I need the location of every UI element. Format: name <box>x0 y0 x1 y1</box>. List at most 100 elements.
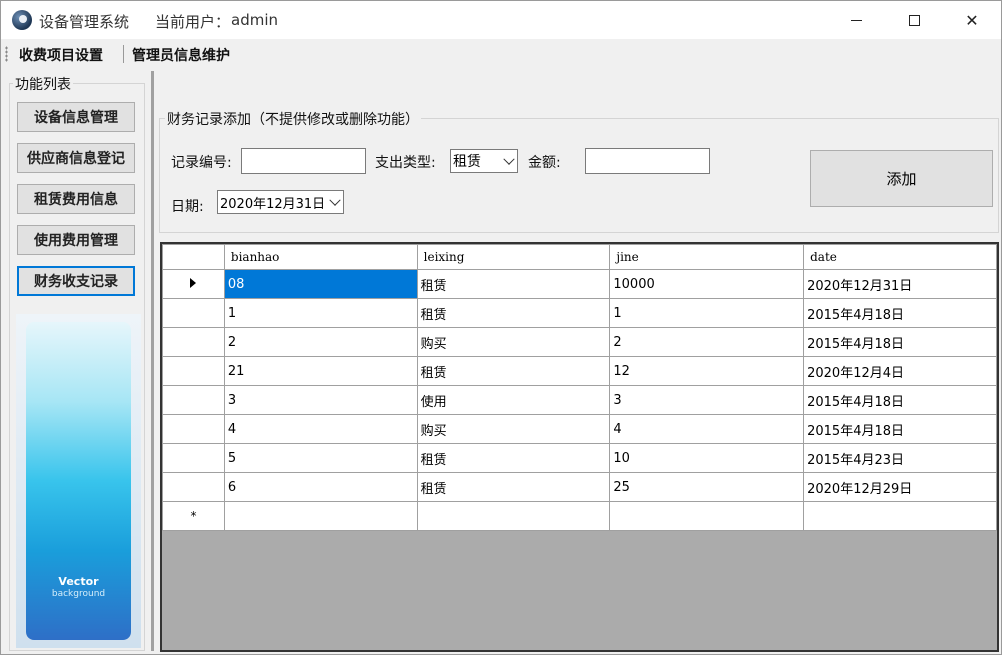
row-header[interactable] <box>162 414 225 444</box>
table-row[interactable]: 4 购买 4 2015年4月18日 <box>162 414 997 444</box>
new-row-marker[interactable]: * <box>162 501 225 531</box>
expense-type-select[interactable]: 租赁 <box>450 149 518 173</box>
cell-bianhao[interactable]: 5 <box>223 443 418 473</box>
nav-device-info-button[interactable]: 设备信息管理 <box>17 102 135 132</box>
banner-subtitle: background <box>51 589 106 599</box>
cell-bianhao[interactable]: 21 <box>223 356 418 386</box>
grid-header-row: bianhao leixing jine date <box>162 244 997 270</box>
new-row-cell[interactable] <box>609 501 805 531</box>
new-row-cell[interactable] <box>803 501 997 531</box>
close-button[interactable]: ✕ <box>943 1 1001 39</box>
cell-bianhao[interactable]: 6 <box>223 472 418 502</box>
record-no-input[interactable] <box>241 148 366 174</box>
row-header[interactable] <box>162 385 225 415</box>
new-row-cell[interactable] <box>223 501 418 531</box>
minimize-button[interactable] <box>827 1 885 39</box>
table-row[interactable]: 6 租赁 25 2020年12月29日 <box>162 472 997 502</box>
grid-table: bianhao leixing jine date 08 租赁 10000 2020年… <box>162 244 997 531</box>
expense-type-label: 支出类型: <box>375 155 436 171</box>
cell-bianhao[interactable]: 2 <box>223 327 418 357</box>
function-list-label: 功能列表 <box>13 74 73 94</box>
cell-leixing[interactable]: 租赁 <box>416 356 611 386</box>
cell-leixing[interactable]: 租赁 <box>416 443 611 473</box>
table-row[interactable]: 3 使用 3 2015年4月18日 <box>162 385 997 415</box>
panel-splitter[interactable] <box>151 71 154 651</box>
nav-rental-fee-button[interactable]: 租赁费用信息 <box>17 184 135 214</box>
row-header[interactable] <box>162 327 225 357</box>
cell-date[interactable]: 2015年4月18日 <box>803 414 997 444</box>
cell-date[interactable]: 2015年4月18日 <box>803 385 997 415</box>
cell-leixing[interactable]: 使用 <box>416 385 611 415</box>
menu-bar: 收费项目设置 管理员信息维护 <box>1 39 1001 69</box>
cell-jine[interactable]: 1 <box>609 298 805 328</box>
cell-bianhao[interactable]: 3 <box>223 385 418 415</box>
amount-input[interactable] <box>585 148 710 174</box>
cell-date[interactable]: 2020年12月4日 <box>803 356 997 386</box>
maximize-icon <box>908 14 920 26</box>
title-bar: 设备管理系统 当前用户： admin ✕ <box>1 1 1001 39</box>
cell-date[interactable]: 2020年12月31日 <box>803 269 997 299</box>
finance-data-grid[interactable]: bianhao leixing jine date 08 租赁 10000 2020年… <box>160 242 999 652</box>
menu-admin-info[interactable]: 管理员信息维护 <box>132 45 230 65</box>
cell-bianhao[interactable]: 1 <box>223 298 418 328</box>
table-row[interactable]: 21 租赁 12 2020年12月4日 <box>162 356 997 386</box>
table-row[interactable]: 08 租赁 10000 2020年12月31日 <box>162 269 997 299</box>
grid-body: 08 租赁 10000 2020年12月31日 1 租赁 1 2015年4月18日 2 购买 2 20… <box>162 269 997 531</box>
cell-jine[interactable]: 2 <box>609 327 805 357</box>
cell-leixing[interactable]: 租赁 <box>416 298 611 328</box>
banner-title: Vector <box>58 575 99 588</box>
column-header-leixing[interactable]: leixing <box>416 244 611 270</box>
new-row[interactable]: * <box>162 501 997 531</box>
app-window: 设备管理系统 当前用户： admin ✕ 收费项目设置 管理员信息维护 功能列表… <box>0 0 1002 655</box>
new-row-cell[interactable] <box>416 501 611 531</box>
table-row[interactable]: 5 租赁 10 2015年4月23日 <box>162 443 997 473</box>
cell-date[interactable]: 2015年4月18日 <box>803 298 997 328</box>
maximize-button[interactable] <box>885 1 943 39</box>
current-user: admin <box>231 11 278 29</box>
cell-jine[interactable]: 12 <box>609 356 805 386</box>
row-header[interactable] <box>162 443 225 473</box>
column-header-bianhao[interactable]: bianhao <box>223 244 418 270</box>
banner-image: Vector background <box>16 314 141 648</box>
record-no-label: 记录编号: <box>171 155 232 171</box>
column-header-date[interactable]: date <box>803 244 997 270</box>
cell-date[interactable]: 2015年4月18日 <box>803 327 997 357</box>
table-row[interactable]: 2 购买 2 2015年4月18日 <box>162 327 997 357</box>
table-row[interactable]: 1 租赁 1 2015年4月18日 <box>162 298 997 328</box>
cell-leixing[interactable]: 购买 <box>416 327 611 357</box>
row-header[interactable] <box>162 269 225 299</box>
grid-corner-header[interactable] <box>162 244 225 270</box>
amount-label: 金额: <box>528 155 561 171</box>
date-picker[interactable]: 2020年12月31日 <box>217 190 344 214</box>
cell-date[interactable]: 2015年4月23日 <box>803 443 997 473</box>
nav-finance-records-button[interactable]: 财务收支记录 <box>17 266 135 296</box>
toolbar-grip-icon <box>5 46 8 62</box>
cell-bianhao[interactable]: 08 <box>223 269 418 299</box>
cell-jine[interactable]: 4 <box>609 414 805 444</box>
nav-supplier-info-button[interactable]: 供应商信息登记 <box>17 143 135 173</box>
row-header[interactable] <box>162 356 225 386</box>
expense-type-value: 租赁 <box>453 154 481 170</box>
minimize-icon <box>850 19 862 21</box>
app-icon <box>12 10 32 30</box>
current-row-arrow-icon <box>190 277 197 288</box>
cell-date[interactable]: 2020年12月29日 <box>803 472 997 502</box>
menu-separator <box>123 45 124 63</box>
cell-jine[interactable]: 25 <box>609 472 805 502</box>
chevron-down-icon <box>503 153 515 165</box>
cell-jine[interactable]: 10 <box>609 443 805 473</box>
cell-jine[interactable]: 10000 <box>609 269 805 299</box>
row-header[interactable] <box>162 298 225 328</box>
cell-leixing[interactable]: 租赁 <box>416 269 611 299</box>
app-title: 设备管理系统 <box>39 13 130 31</box>
cell-bianhao[interactable]: 4 <box>223 414 418 444</box>
chevron-down-icon <box>329 194 341 206</box>
cell-leixing[interactable]: 租赁 <box>416 472 611 502</box>
cell-jine[interactable]: 3 <box>609 385 805 415</box>
nav-usage-fee-button[interactable]: 使用费用管理 <box>17 225 135 255</box>
add-button[interactable]: 添加 <box>810 150 993 207</box>
cell-leixing[interactable]: 购买 <box>416 414 611 444</box>
menu-fee-settings[interactable]: 收费项目设置 <box>19 45 103 65</box>
column-header-jine[interactable]: jine <box>609 244 805 270</box>
row-header[interactable] <box>162 472 225 502</box>
